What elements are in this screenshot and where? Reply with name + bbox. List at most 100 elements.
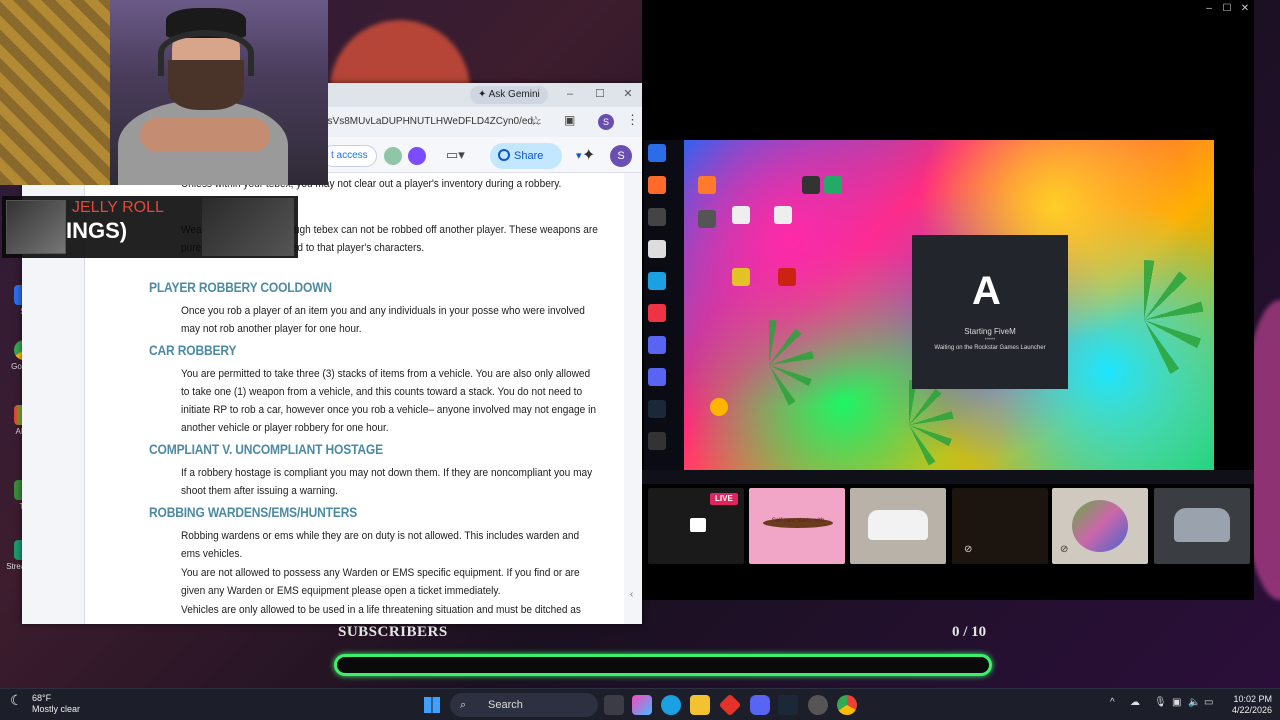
profile-avatar[interactable]: S: [598, 114, 614, 130]
video-call-icon[interactable]: ▭▾: [446, 147, 465, 163]
file-icon[interactable]: [732, 206, 750, 224]
webcam-person-hands: [140, 118, 270, 152]
wallpaper-leaf: [864, 380, 954, 470]
thumbnail-self-care[interactable]: Self care starts with: [749, 488, 845, 564]
app-icon[interactable]: [778, 268, 796, 286]
volume-icon[interactable]: 🔈: [1188, 697, 1200, 708]
live-badge: LIVE: [710, 493, 738, 505]
app-icon[interactable]: [698, 176, 716, 194]
thumbnail-car-gray[interactable]: [1154, 488, 1250, 564]
collapse-panel-icon[interactable]: ‹: [630, 589, 633, 600]
launcher-title: Starting FiveM: [964, 327, 1016, 336]
copilot-icon[interactable]: [632, 695, 652, 715]
remote-desktop-wallpaper: A Starting FiveM ••••• Waiting on the Ro…: [684, 140, 1214, 470]
car-image: [1174, 508, 1230, 542]
now-playing-artist: JELLY ROLL: [72, 199, 164, 216]
thumbnail-night-scene[interactable]: ⊘: [952, 488, 1048, 564]
discord-icon[interactable]: [648, 336, 666, 354]
weather-icon: ☾: [10, 692, 23, 708]
group-image: [1072, 500, 1128, 552]
now-playing-track: INGS): [66, 218, 128, 243]
remote-desktop-icon-column: [644, 140, 684, 470]
doc-paragraph-wardens-1: Robbing wardens or ems while they are on…: [181, 530, 580, 560]
search-icon: ⌕: [460, 699, 467, 711]
file-explorer-icon[interactable]: [690, 695, 710, 715]
meet-icon[interactable]: [384, 147, 402, 165]
globe-icon: [498, 149, 510, 161]
app-icon[interactable]: [802, 176, 820, 194]
app-icon[interactable]: [648, 432, 666, 450]
steam-icon[interactable]: [778, 695, 798, 715]
remote-taskbar: [642, 470, 1254, 484]
edge-icon[interactable]: [661, 695, 681, 715]
chrome-icon[interactable]: [837, 695, 857, 715]
url-field[interactable]: esVs8MUvLaDUPHNUTLHWeDFLD4ZCyn0/ed...: [322, 112, 552, 132]
app-icon[interactable]: [698, 210, 716, 228]
close-button[interactable]: ✕: [620, 86, 636, 102]
webcam-background-art: [0, 0, 110, 185]
app-red-diamond-icon[interactable]: [718, 693, 742, 717]
menu-kebab-icon[interactable]: ⋮: [626, 112, 639, 128]
weather-widget[interactable]: ☾ 68°F Mostly clear: [10, 693, 80, 715]
doc-paragraph-wardens-2: You are not allowed to possess any Warde…: [181, 567, 580, 597]
access-button[interactable]: t access: [322, 145, 377, 167]
maximize-button[interactable]: ☐: [1220, 2, 1234, 16]
mute-icon: ⊘: [1060, 544, 1069, 555]
taskbar-search[interactable]: ⌕ Search: [450, 693, 598, 717]
ask-gemini-button[interactable]: ✦ Ask Gemini: [470, 86, 548, 104]
doc-heading-hostage: COMPLIANT V. UNCOMPLIANT HOSTAGE: [149, 441, 383, 457]
discord-icon[interactable]: [750, 695, 770, 715]
fivem-launcher-dialog: A Starting FiveM ••••• Waiting on the Ro…: [912, 235, 1068, 389]
app-icon[interactable]: [732, 268, 750, 286]
thumbnail-car-white[interactable]: [850, 488, 946, 564]
album-art: [6, 200, 66, 254]
launcher-status: Waiting on the Rockstar Games Launcher: [934, 345, 1046, 351]
taskbar-clock[interactable]: 10:02 PM 4/22/2026: [1212, 694, 1272, 716]
network-icon[interactable]: ▣: [1172, 697, 1181, 708]
share-button[interactable]: Share ▾: [490, 143, 582, 169]
start-button[interactable]: [424, 697, 440, 713]
headset-icon: [158, 30, 254, 76]
share-label: Share: [514, 150, 544, 162]
close-button[interactable]: ✕: [1238, 2, 1252, 16]
thumbnail-live-stream[interactable]: LIVE: [648, 488, 744, 564]
file-icon[interactable]: [774, 206, 792, 224]
gemini-spark-icon[interactable]: ✦: [582, 145, 595, 165]
app-icon[interactable]: [648, 240, 666, 258]
onedrive-icon[interactable]: ☁: [1130, 697, 1140, 708]
weather-temp: 68°F: [32, 693, 52, 703]
wallpaper-leaf: [1084, 260, 1204, 380]
app-icon[interactable]: [648, 304, 666, 322]
tray-overflow-icon[interactable]: ^: [1110, 697, 1115, 708]
doc-heading-wardens: ROBBING WARDENS/EMS/HUNTERS: [149, 504, 358, 520]
app-gear-icon[interactable]: [808, 695, 828, 715]
edge-icon[interactable]: [648, 272, 666, 290]
bookmark-star-icon[interactable]: ☆: [530, 113, 542, 129]
steam-icon[interactable]: [648, 400, 666, 418]
chat-icon[interactable]: [408, 147, 426, 165]
app-icon[interactable]: [648, 176, 666, 194]
weather-desc: Mostly clear: [32, 704, 81, 714]
artist-photo: [202, 198, 294, 256]
app-icon[interactable]: [648, 208, 666, 226]
maximize-button[interactable]: ☐: [592, 86, 608, 102]
discord-icon[interactable]: [648, 368, 666, 386]
subscribers-label: SUBSCRIBERS: [338, 624, 448, 640]
account-avatar[interactable]: S: [610, 145, 632, 167]
fivem-logo-icon: A: [972, 269, 1001, 313]
subscriber-progress-bar: [334, 654, 992, 676]
microphone-icon[interactable]: 🎙: [1154, 697, 1167, 708]
minimize-button[interactable]: –: [1202, 2, 1216, 16]
doc-heading-car-robbery: CAR ROBBERY: [149, 342, 237, 358]
share-dropdown-icon[interactable]: ▾: [576, 143, 582, 169]
doc-paragraph-car-robbery: You are permitted to take three (3) stac…: [181, 368, 597, 434]
app-icon[interactable]: [648, 144, 666, 162]
minimize-button[interactable]: –: [562, 86, 578, 102]
doc-paragraph-wardens-3: Vehicles are only allowed to be used in …: [181, 604, 581, 616]
windows-taskbar: ☾ 68°F Mostly clear ⌕ Search ^ ☁ 🎙 ▣ 🔈 ▭…: [0, 688, 1280, 720]
app-icon[interactable]: [824, 176, 842, 194]
task-view-icon[interactable]: [604, 695, 624, 715]
tab-search-icon[interactable]: ▣: [564, 113, 575, 127]
app-icon[interactable]: [710, 398, 728, 416]
thumbnail-group-photo[interactable]: ⊘: [1052, 488, 1148, 564]
